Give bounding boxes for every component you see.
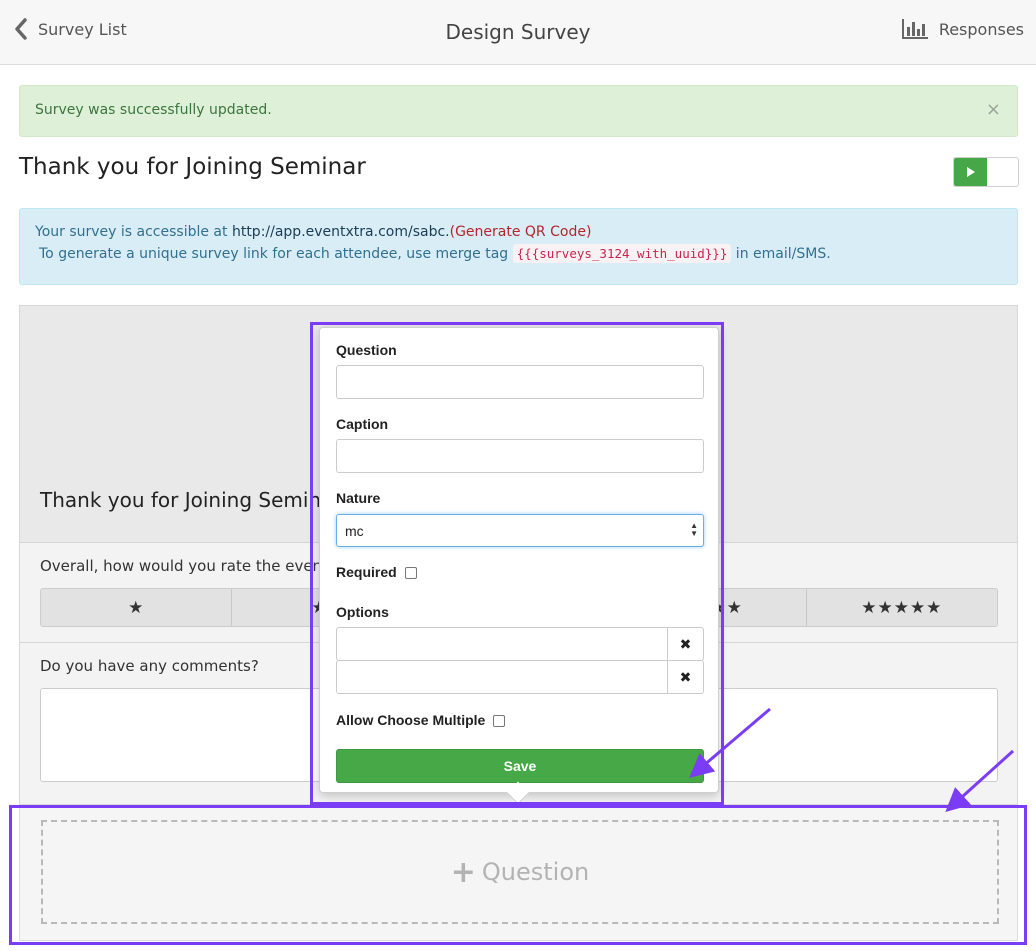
annotation-arrows: [689, 707, 1015, 813]
arrow-to-save-button: [689, 707, 771, 778]
arrow-to-add-question: [945, 749, 1015, 813]
